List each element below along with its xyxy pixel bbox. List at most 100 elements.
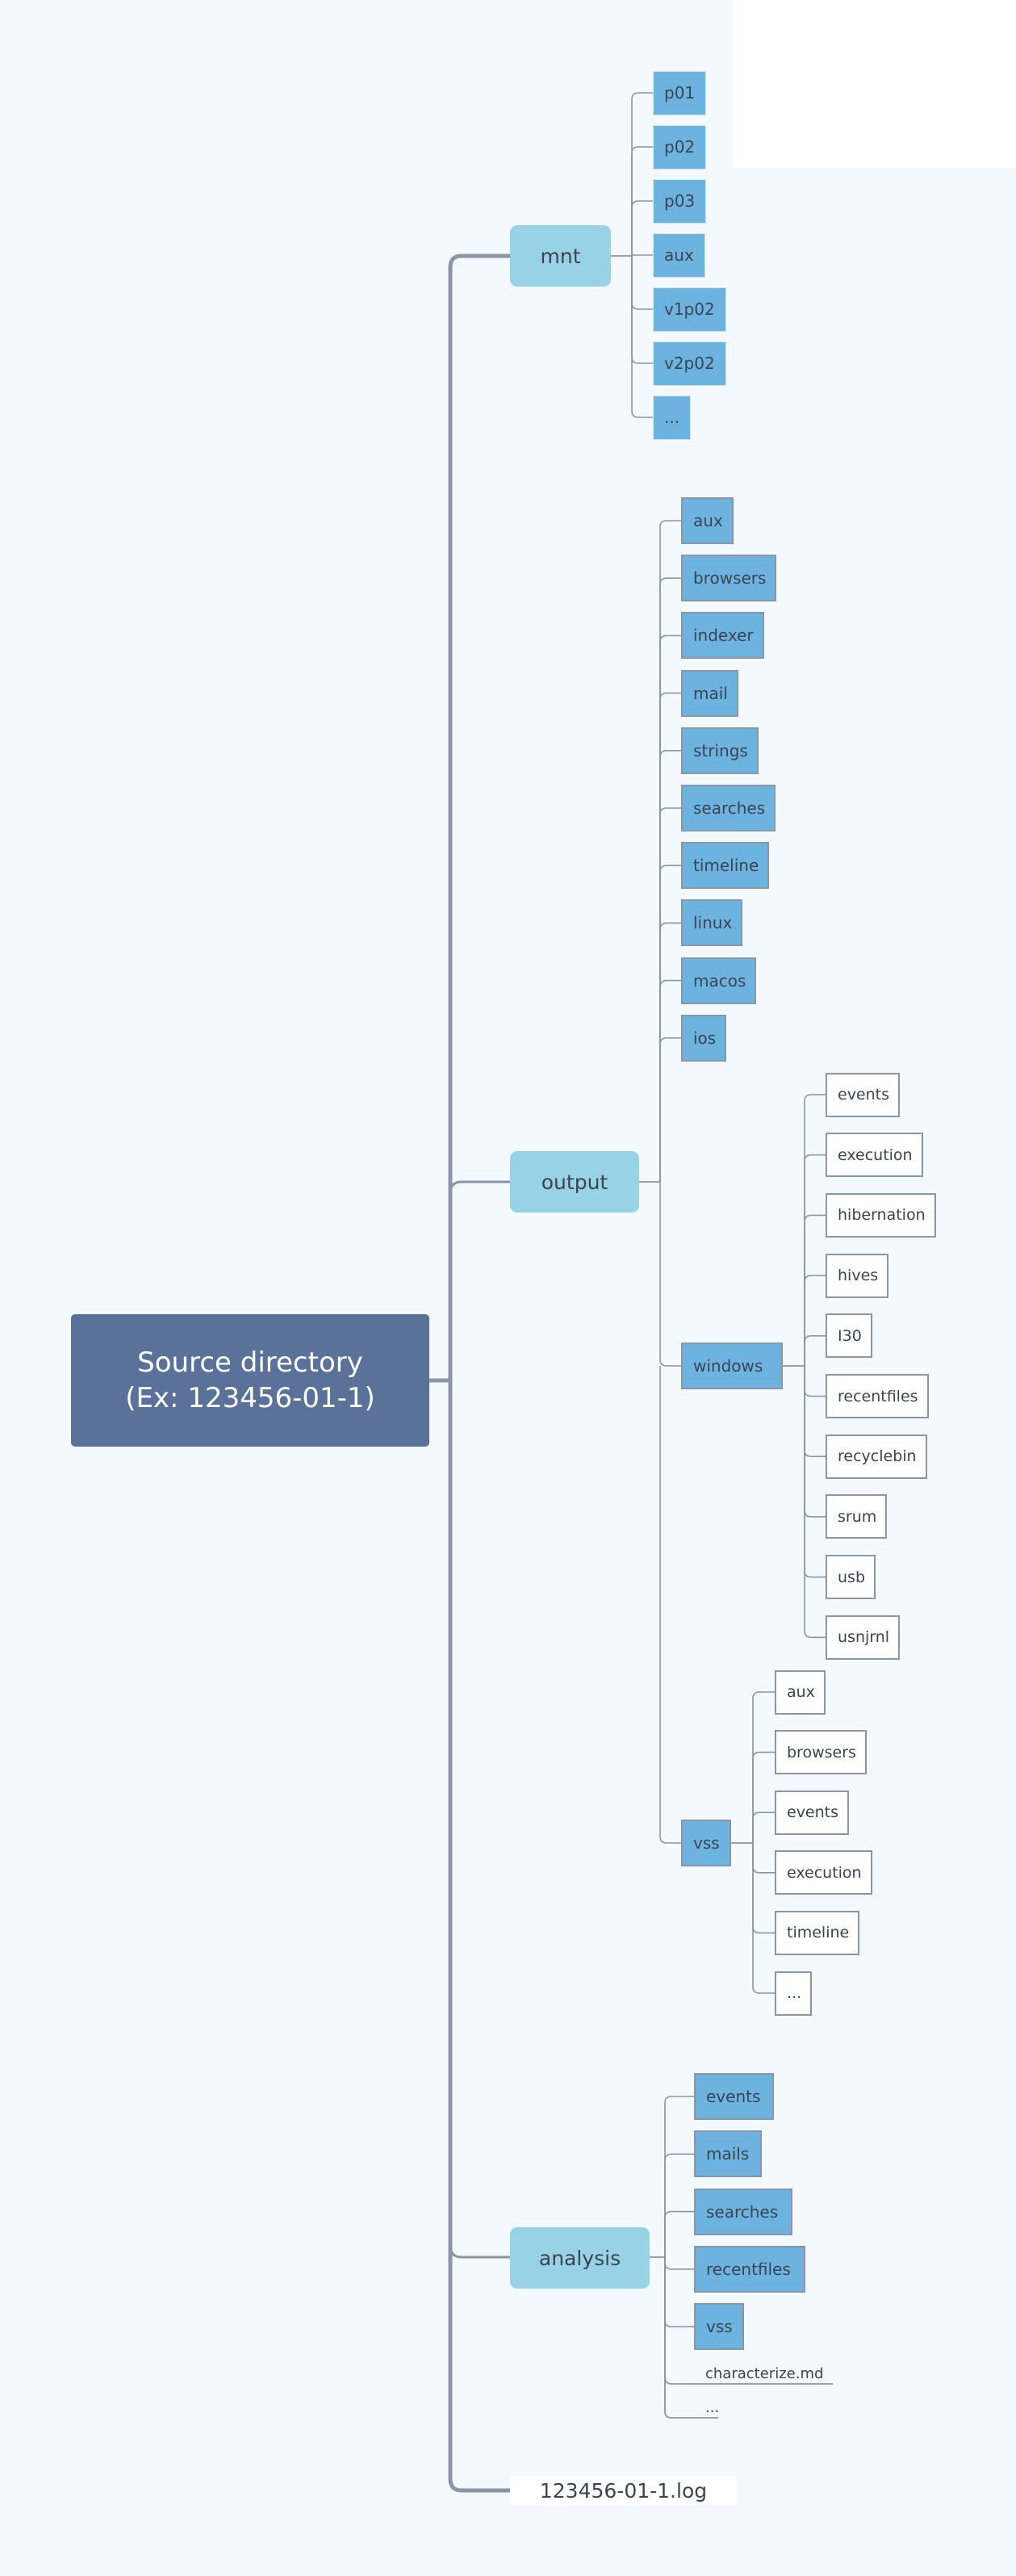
windows-item-connector [804, 1366, 826, 1457]
windows-item-hives-label: hives [838, 1267, 879, 1285]
root-node-source-directory[interactable]: Source directory (Ex: 123456-01-1) [71, 1314, 429, 1447]
vss-item-browsers[interactable]: browsers [775, 1730, 867, 1775]
output-item-connector [659, 865, 681, 1182]
mnt-item-v2p02[interactable]: v2p02 [653, 341, 726, 386]
output-item-ios-label: ios [693, 1028, 717, 1048]
windows-item-usnjrnl[interactable]: usnjrnl [826, 1615, 900, 1660]
vss-item-timeline[interactable]: timeline [775, 1910, 859, 1955]
output-item-aux[interactable]: aux [681, 497, 734, 544]
mnt-item-v2p02-label: v2p02 [664, 354, 715, 373]
branch-mnt[interactable]: mnt [510, 225, 611, 287]
output-item-linux-label: linux [693, 913, 733, 933]
file-log[interactable]: 123456-01-1.log [510, 2476, 737, 2505]
mnt-item-connector [631, 92, 653, 256]
analysis-file-characterize-md-label: characterize.md [705, 2365, 824, 2382]
folder-windows[interactable]: windows [681, 1342, 783, 1389]
mnt-item-p02[interactable]: p02 [653, 124, 706, 170]
output-item-connector [659, 807, 681, 1182]
windows-item-srum[interactable]: srum [826, 1494, 887, 1539]
output-item-linux[interactable]: linux [681, 899, 742, 947]
vss-item-more[interactable]: ... [775, 1971, 812, 2016]
mnt-item-connector [631, 146, 653, 256]
analysis-file-characterize-md[interactable]: characterize.md [696, 2363, 833, 2382]
vss-item-browsers-label: browsers [787, 1743, 856, 1761]
output-item-indexer[interactable]: indexer [681, 612, 764, 660]
branch-analysis[interactable]: analysis [510, 2227, 650, 2289]
folder-vss[interactable]: vss [681, 1820, 731, 1866]
analysis-item-recentfiles[interactable]: recentfiles [694, 2245, 805, 2293]
mnt-item-aux-label: aux [664, 245, 694, 265]
analysis-item-recentfiles-label: recentfiles [706, 2259, 791, 2279]
windows-item-i30-label: I30 [838, 1326, 862, 1345]
output-item-ios[interactable]: ios [681, 1014, 726, 1062]
output-item-mail[interactable]: mail [681, 669, 738, 717]
mnt-item-connector [631, 256, 653, 364]
vss-item-execution[interactable]: execution [775, 1850, 872, 1895]
output-item-searches[interactable]: searches [681, 785, 776, 831]
vss-item-execution-label: execution [787, 1863, 862, 1882]
branch-analysis-label: analysis [538, 2246, 621, 2270]
analysis-item-events-label: events [706, 2087, 761, 2106]
output-item-connector [659, 922, 681, 1182]
vss-item-aux-label: aux [787, 1683, 815, 1701]
mnt-item-connector [631, 256, 653, 418]
blank-panel [733, 0, 1016, 168]
windows-item-events[interactable]: events [826, 1072, 900, 1117]
output-item-searches-label: searches [693, 798, 766, 818]
windows-item-connector [804, 1366, 826, 1578]
root-label-line1: Source directory [137, 1347, 363, 1379]
windows-item-connector [804, 1335, 826, 1366]
analysis-item-connector [664, 2257, 694, 2270]
output-item-mail-label: mail [693, 683, 728, 703]
analysis-file-more[interactable]: ... [696, 2397, 719, 2416]
mnt-item-more[interactable]: ... [653, 395, 691, 440]
vss-item-aux[interactable]: aux [775, 1669, 826, 1715]
mnt-item-connector [631, 256, 653, 310]
windows-item-recentfiles[interactable]: recentfiles [826, 1374, 929, 1418]
mnt-item-p03-label: p03 [664, 191, 696, 211]
output-item-strings[interactable]: strings [681, 727, 759, 774]
windows-item-connector [804, 1094, 826, 1366]
output-item-connector [659, 750, 681, 1182]
windows-item-hibernation[interactable]: hibernation [826, 1192, 936, 1238]
analysis-item-vss[interactable]: vss [694, 2303, 744, 2351]
output-item-timeline[interactable]: timeline [681, 842, 769, 890]
mnt-item-p02-label: p02 [664, 137, 696, 157]
output-item-connector [659, 577, 681, 1182]
output-item-browsers[interactable]: browsers [681, 555, 776, 602]
analysis-item-vss-label: vss [706, 2317, 733, 2337]
vss-item-events-label: events [787, 1803, 839, 1822]
windows-item-execution-label: execution [838, 1146, 913, 1164]
branch-output[interactable]: output [510, 1151, 639, 1213]
windows-item-usb-label: usb [838, 1568, 866, 1586]
analysis-item-connector [664, 2210, 694, 2257]
mnt-item-v1p02[interactable]: v1p02 [653, 287, 726, 332]
folder-vss-label: vss [693, 1833, 720, 1853]
analysis-item-connector [664, 2257, 694, 2327]
output-item-macos[interactable]: macos [681, 957, 756, 1004]
analysis-item-searches[interactable]: searches [694, 2188, 792, 2235]
windows-item-execution[interactable]: execution [826, 1133, 923, 1178]
mnt-item-aux[interactable]: aux [653, 232, 705, 278]
windows-item-hibernation-label: hibernation [838, 1206, 926, 1225]
mnt-item-p01[interactable]: p01 [653, 70, 706, 115]
vss-item-connector [752, 1843, 775, 1934]
windows-item-recentfiles-label: recentfiles [838, 1387, 918, 1405]
vss-item-events[interactable]: events [775, 1790, 849, 1835]
windows-item-recyclebin-label: recyclebin [838, 1447, 917, 1466]
windows-item-usb[interactable]: usb [826, 1555, 876, 1600]
analysis-item-mails[interactable]: mails [694, 2130, 762, 2178]
windows-item-i30[interactable]: I30 [826, 1313, 872, 1359]
vss-item-connector [752, 1691, 775, 1843]
windows-item-hives[interactable]: hives [826, 1253, 888, 1298]
output-to-vss [659, 1366, 681, 1844]
mnt-item-p03[interactable]: p03 [653, 178, 706, 224]
windows-item-recyclebin[interactable]: recyclebin [826, 1434, 927, 1479]
analysis-item-events[interactable]: events [694, 2073, 774, 2120]
vss-item-more-label: ... [787, 1984, 802, 2002]
branch-output-label: output [541, 1170, 608, 1194]
windows-item-connector [804, 1366, 826, 1639]
windows-item-srum-label: srum [838, 1507, 877, 1526]
branch-mnt-label: mnt [540, 244, 581, 268]
output-item-macos-label: macos [693, 970, 746, 991]
